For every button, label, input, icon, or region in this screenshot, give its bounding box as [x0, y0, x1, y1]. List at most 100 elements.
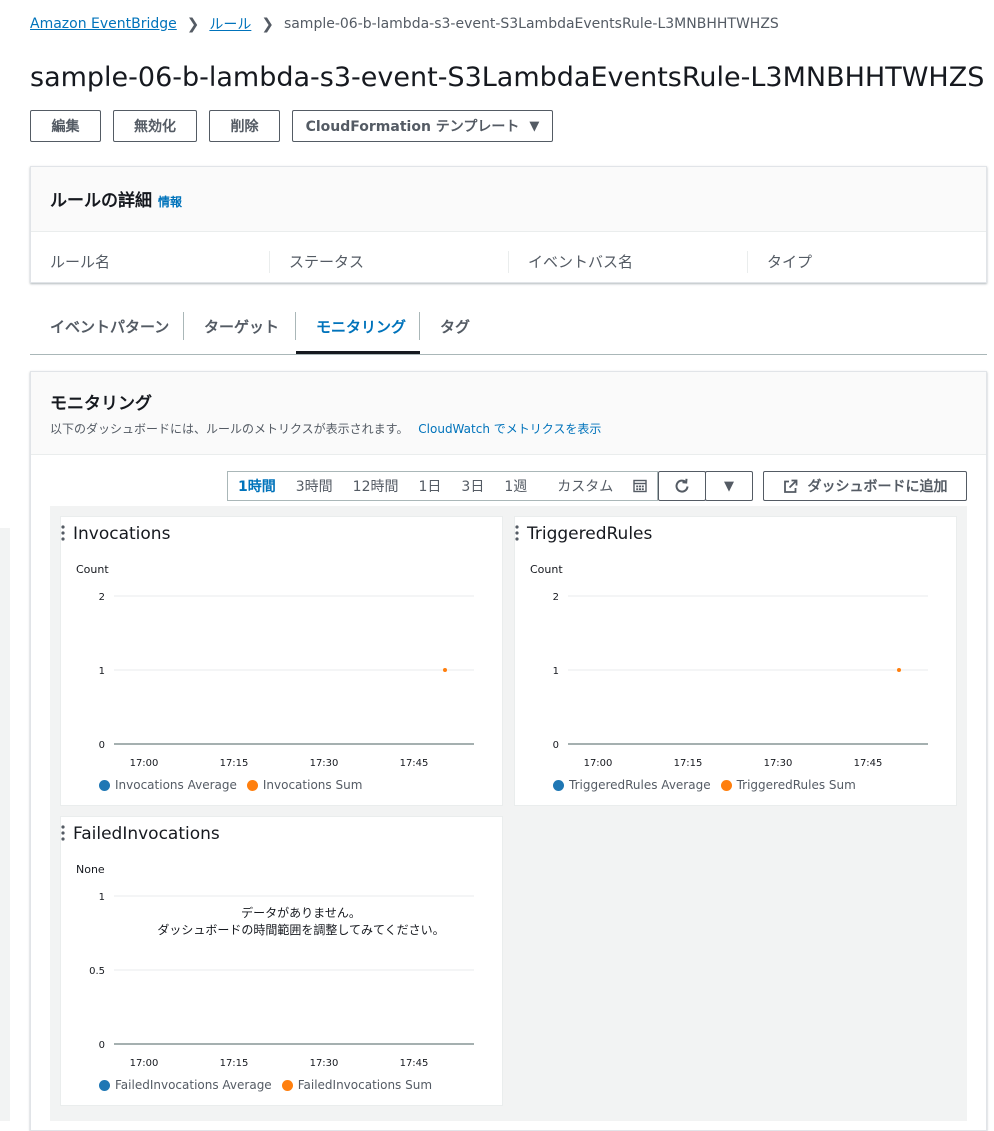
type-label: タイプ [747, 251, 986, 273]
no-data-message: データがありません。 ダッシュボードの時間範囲を調整してみてください。 [111, 905, 491, 939]
chart-legend: TriggeredRules Average TriggeredRules Su… [553, 778, 866, 792]
tab-bar: イベントパターン ターゲット モニタリング タグ [30, 308, 987, 355]
range-12h[interactable]: 12時間 [343, 476, 409, 496]
rule-details-fields: ルール名 ステータス イベントバス名 タイプ [31, 251, 986, 273]
legend-label: Invocations Sum [262, 778, 363, 792]
y-tick-label: 0 [553, 740, 559, 751]
chart-legend: FailedInvocations Average FailedInvocati… [99, 1078, 442, 1092]
monitoring-header: モニタリング 以下のダッシュボードには、ルールのメトリクスが表示されます。 Cl… [31, 372, 986, 455]
tab-targets[interactable]: ターゲット [184, 308, 296, 344]
cloudwatch-link[interactable]: CloudWatch でメトリクスを表示 [418, 422, 601, 436]
rule-details-panel: ルールの詳細 情報 ルール名 ステータス イベントバス名 タイプ [30, 166, 987, 283]
refresh-button[interactable] [658, 471, 706, 501]
disable-button[interactable]: 無効化 [113, 110, 197, 142]
tab-tags[interactable]: タグ [420, 308, 490, 344]
range-1h[interactable]: 1時間 [228, 476, 286, 496]
x-tick-label: 17:45 [400, 1058, 429, 1069]
x-tick-label: 17:15 [674, 758, 703, 769]
time-range-selector: 1時間 3時間 12時間 1日 3日 1週 カスタム [227, 471, 659, 501]
x-tick-label: 17:30 [764, 758, 793, 769]
edit-button[interactable]: 編集 [30, 110, 101, 142]
legend-label: TriggeredRules Sum [736, 778, 856, 792]
breadcrumb-rules-link[interactable]: ルール [209, 14, 251, 34]
x-tick-label: 17:00 [130, 758, 159, 769]
caret-down-icon: ▼ [724, 478, 734, 494]
y-tick-label: 2 [553, 592, 559, 603]
x-tick-label: 17:15 [220, 1058, 249, 1069]
caret-down-icon: ▼ [529, 118, 540, 134]
rule-details-heading: ルールの詳細 [50, 191, 152, 211]
legend-label: Invocations Average [115, 778, 237, 792]
tab-event-pattern-label: イベントパターン [50, 317, 170, 336]
chart-failed-invocations: 1 0.5 0 17:00 17:15 17:30 17:45 [89, 892, 474, 1069]
y-tick-label: 1 [99, 892, 105, 903]
breadcrumb: Amazon EventBridge ❯ ルール ❯ sample-06-b-l… [30, 14, 779, 34]
legend-swatch [99, 779, 110, 791]
add-to-dashboard-button[interactable]: ダッシュボードに追加 [763, 471, 967, 501]
range-custom[interactable]: カスタム [537, 476, 657, 496]
legend-swatch [281, 1079, 293, 1091]
chart-triggered-rules: 2 1 0 17:00 17:15 17:30 17:45 [553, 592, 928, 769]
y-tick-label: 0.5 [89, 966, 105, 977]
tab-event-pattern[interactable]: イベントパターン [30, 308, 184, 344]
legend-item[interactable]: Invocations Sum [246, 778, 363, 792]
x-tick-label: 17:30 [310, 1058, 339, 1069]
range-custom-label: カスタム [557, 479, 614, 495]
active-tab-indicator [296, 351, 420, 354]
range-1d[interactable]: 1日 [409, 476, 452, 496]
range-3d[interactable]: 3日 [451, 476, 494, 496]
x-tick-label: 17:45 [400, 758, 429, 769]
tab-monitoring-label: モニタリング [316, 317, 407, 336]
legend-label: TriggeredRules Average [569, 778, 711, 792]
range-1w[interactable]: 1週 [494, 476, 537, 496]
legend-swatch [720, 779, 732, 791]
legend-item[interactable]: TriggeredRules Sum [720, 778, 856, 792]
x-tick-label: 17:15 [220, 758, 249, 769]
y-tick-label: 1 [99, 666, 105, 677]
x-tick-label: 17:00 [584, 758, 613, 769]
y-tick-label: 2 [99, 592, 105, 603]
legend-item[interactable]: Invocations Average [99, 778, 237, 792]
delete-button[interactable]: 削除 [209, 110, 280, 142]
cloudformation-template-label: CloudFormation テンプレート [305, 119, 520, 135]
widget-failed-invocations: FailedInvocations None 1 0.5 0 17:00 17:… [60, 816, 503, 1106]
y-tick-label: 0 [99, 1040, 105, 1051]
chevron-right-icon: ❯ [261, 15, 274, 33]
chart-legend: Invocations Average Invocations Sum [99, 778, 372, 792]
tab-targets-label: ターゲット [204, 317, 280, 336]
metrics-dashboard: Invocations Count 2 1 0 17:00 17:15 17:3… [50, 506, 967, 1121]
y-tick-label: 1 [553, 666, 559, 677]
legend-label: FailedInvocations Average [115, 1078, 272, 1092]
cloudformation-template-button[interactable]: CloudFormation テンプレート ▼ [292, 110, 553, 142]
x-tick-label: 17:30 [310, 758, 339, 769]
data-point-invocations-sum [443, 668, 447, 672]
data-point-triggered-rules-sum [897, 668, 901, 672]
chevron-right-icon: ❯ [186, 15, 200, 33]
legend-item[interactable]: FailedInvocations Sum [281, 1078, 433, 1092]
event-bus-name-label: イベントバス名 [508, 251, 747, 273]
legend-item[interactable]: FailedInvocations Average [99, 1078, 272, 1092]
legend-swatch [246, 779, 258, 791]
no-data-line-2: ダッシュボードの時間範囲を調整してみてください。 [157, 923, 445, 937]
page-title: sample-06-b-lambda-s3-event-S3LambdaEven… [30, 62, 985, 93]
legend-swatch [553, 779, 564, 791]
breadcrumb-current: sample-06-b-lambda-s3-event-S3LambdaEven… [283, 16, 779, 32]
breadcrumb-eventbridge-link[interactable]: Amazon EventBridge [30, 16, 177, 32]
range-3h[interactable]: 3時間 [286, 476, 343, 496]
left-gutter [0, 528, 10, 1121]
external-link-icon [783, 479, 797, 493]
status-label: ステータス [269, 251, 508, 273]
rule-name-label: ルール名 [50, 253, 111, 271]
widget-invocations: Invocations Count 2 1 0 17:00 17:15 17:3… [60, 516, 503, 806]
legend-item[interactable]: TriggeredRules Average [553, 778, 711, 792]
chart-invocations: 2 1 0 17:00 17:15 17:30 17:45 [99, 592, 474, 769]
no-data-line-1: データがありません。 [241, 906, 361, 920]
refresh-options-dropdown[interactable]: ▼ [705, 471, 753, 501]
monitoring-description: 以下のダッシュボードには、ルールのメトリクスが表示されます。 [50, 422, 409, 436]
y-tick-label: 0 [99, 740, 105, 751]
legend-label: FailedInvocations Sum [297, 1078, 433, 1092]
info-link[interactable]: 情報 [158, 195, 182, 209]
tab-monitoring[interactable]: モニタリング [296, 308, 420, 344]
monitoring-heading: モニタリング [50, 394, 152, 414]
refresh-icon [675, 478, 689, 493]
